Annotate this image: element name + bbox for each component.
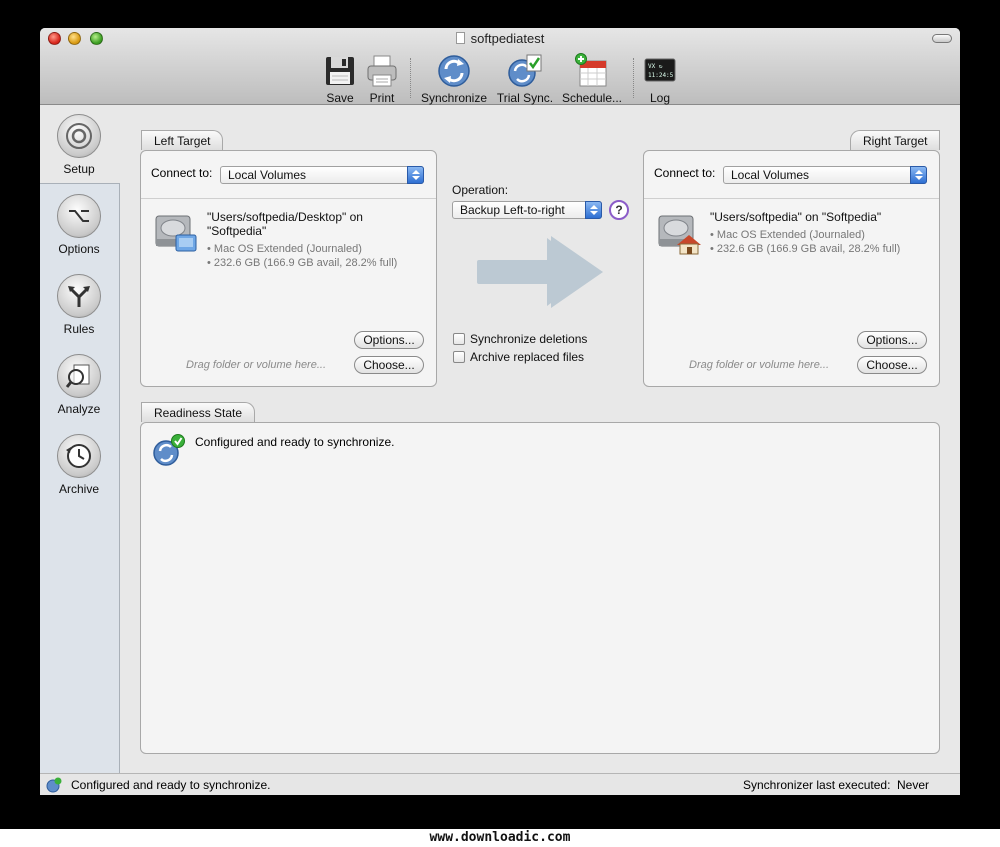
left-drop-hint: Drag folder or volume here... <box>186 359 327 371</box>
right-choose-button[interactable]: Choose... <box>857 356 927 374</box>
sync-deletions-checkbox[interactable] <box>453 333 465 345</box>
sidebar-item-archive[interactable]: Archive <box>40 434 118 496</box>
hard-drive-desktop-icon <box>155 215 197 252</box>
trial-sync-icon <box>508 54 542 87</box>
right-volume-format: • Mac OS Extended (Journaled) <box>710 229 865 241</box>
last-executed-label: Synchronizer last executed: <box>743 778 891 792</box>
toolbar-separator <box>410 58 411 98</box>
tab-readiness-state: Readiness State <box>141 402 256 422</box>
right-volume-capacity: • 232.6 GB (166.9 GB avail, 28.2% full) <box>710 243 901 255</box>
setup-icon <box>57 114 101 158</box>
log-button[interactable]: VX ↻ 11:24:5 Log <box>644 53 676 105</box>
help-button[interactable]: ? <box>609 200 629 220</box>
status-bar: Configured and ready to synchronize. Syn… <box>40 773 960 795</box>
sidebar-item-options[interactable]: Options <box>40 194 118 256</box>
right-target-panel: Connect to: Local Volumes "Users/softped… <box>643 150 940 387</box>
log-screen-line-2: 11:24:5 <box>648 72 674 79</box>
divider <box>141 198 436 199</box>
toolbar-toggle-button[interactable] <box>932 34 952 43</box>
hard-drive-home-icon <box>658 215 701 255</box>
tab-right-target: Right Target <box>850 130 941 150</box>
printer-icon <box>367 55 397 87</box>
operation-select[interactable]: Backup Left-to-right <box>452 201 602 219</box>
status-message: Configured and ready to synchronize. <box>71 778 271 792</box>
sync-deletions-label: Synchronize deletions <box>470 332 588 346</box>
fork-icon <box>57 274 101 318</box>
window-title: softpediatest <box>40 31 960 46</box>
divider <box>644 198 939 199</box>
sidebar: Setup Options Rules Analyze Archive <box>40 105 120 773</box>
left-connect-label: Connect to: <box>151 166 213 180</box>
trial-sync-button[interactable]: Trial Sync. <box>495 53 555 105</box>
ready-sync-icon <box>153 434 185 466</box>
schedule-button[interactable]: Schedule... <box>561 53 623 105</box>
left-choose-button[interactable]: Choose... <box>354 356 424 374</box>
operation-label: Operation: <box>452 183 509 197</box>
log-screen-line-1: VX ↻ <box>648 63 663 70</box>
readiness-panel: Configured and ready to synchronize. <box>140 422 940 754</box>
right-arrow-icon <box>477 236 603 308</box>
title-toolbar: softpediatest Save Print Synchronize Tri… <box>40 28 960 105</box>
save-button[interactable]: Save <box>324 53 356 105</box>
right-connect-label: Connect to: <box>654 166 716 180</box>
left-volume-capacity: • 232.6 GB (166.9 GB avail, 28.2% full) <box>207 257 398 269</box>
document-icon <box>455 32 465 44</box>
footer-watermark: www.downloadic.com <box>0 829 1000 847</box>
terminal-icon: VX ↻ 11:24:5 <box>644 58 676 82</box>
archive-replaced-label: Archive replaced files <box>470 350 585 364</box>
toolbar-separator <box>633 58 634 98</box>
chevron-updown-icon <box>910 166 927 184</box>
clock-icon <box>57 434 101 478</box>
chevron-updown-icon <box>407 166 424 184</box>
sidebar-item-rules[interactable]: Rules <box>40 274 118 336</box>
sync-icon <box>438 55 470 87</box>
left-target-panel: Connect to: Local Volumes "Users/softped… <box>140 150 437 387</box>
sidebar-item-analyze[interactable]: Analyze <box>40 354 118 416</box>
right-volume-name: "Users/softpedia" on "Softpedia" <box>710 210 882 224</box>
print-button[interactable]: Print <box>365 53 399 105</box>
chevron-updown-icon <box>585 201 602 219</box>
sidebar-item-setup[interactable]: Setup <box>40 114 118 176</box>
left-volume-format: • Mac OS Extended (Journaled) <box>207 243 362 255</box>
synchronize-button[interactable]: Synchronize <box>420 53 488 105</box>
option-key-icon <box>57 194 101 238</box>
left-volume-name: "Users/softpedia/Desktop" on "Softpedia" <box>207 210 363 238</box>
status-sync-icon <box>46 777 62 793</box>
right-connect-select[interactable]: Local Volumes <box>723 166 927 184</box>
left-options-button[interactable]: Options... <box>354 331 424 349</box>
archive-replaced-checkbox[interactable] <box>453 351 465 363</box>
last-executed-value: Never <box>897 778 930 792</box>
right-drop-hint: Drag folder or volume here... <box>689 359 830 371</box>
left-connect-select[interactable]: Local Volumes <box>220 166 424 184</box>
calendar-icon <box>575 53 607 87</box>
readiness-message: Configured and ready to synchronize. <box>195 435 395 449</box>
right-options-button[interactable]: Options... <box>857 331 927 349</box>
app-window: softpediatest Save Print Synchronize Tri… <box>40 28 960 795</box>
tab-left-target: Left Target <box>141 130 224 150</box>
magnifier-icon <box>57 354 101 398</box>
floppy-disk-icon <box>326 57 354 85</box>
